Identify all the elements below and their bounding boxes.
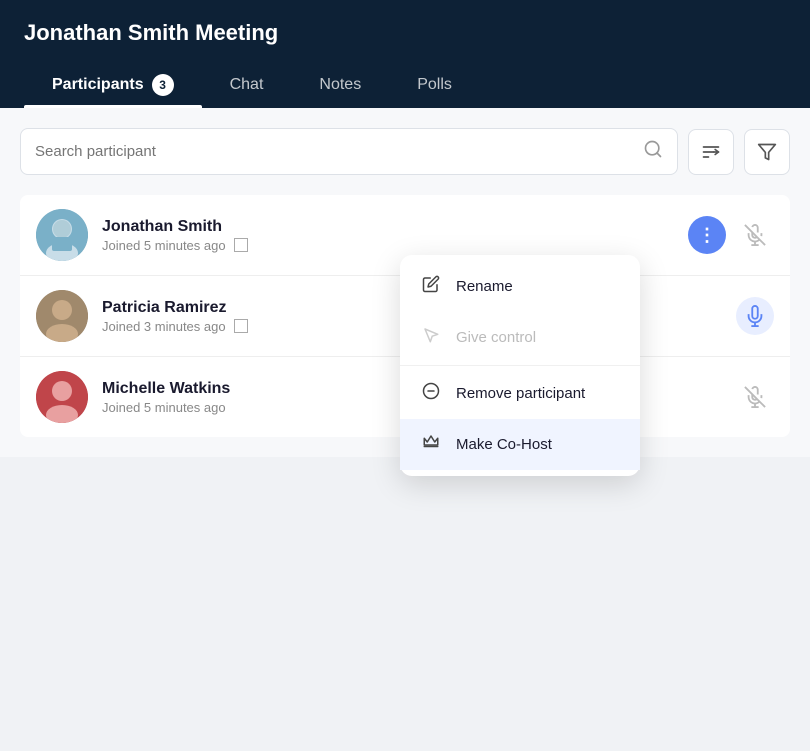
- avatar: [36, 290, 88, 342]
- mute-button[interactable]: [736, 216, 774, 254]
- search-input[interactable]: [35, 143, 633, 160]
- avatar: [36, 371, 88, 423]
- cohost-label: Make Co-Host: [456, 436, 552, 453]
- menu-item-cohost[interactable]: Make Co-Host: [400, 419, 640, 470]
- mute-button[interactable]: [736, 297, 774, 335]
- filter-button[interactable]: [744, 129, 790, 175]
- tab-participants-label: Participants: [52, 76, 144, 94]
- tab-chat-label: Chat: [230, 76, 264, 94]
- options-button[interactable]: ⋮: [688, 216, 726, 254]
- tab-notes-label: Notes: [319, 76, 361, 94]
- header: Jonathan Smith Meeting Participants 3 Ch…: [0, 0, 810, 108]
- give-control-label: Give control: [456, 329, 536, 346]
- main-content: Jonathan Smith Joined 5 minutes ago ⋮: [0, 108, 810, 457]
- participants-badge: 3: [152, 74, 174, 96]
- minus-circle-icon: [420, 382, 442, 405]
- participant-info: Jonathan Smith Joined 5 minutes ago: [102, 218, 688, 253]
- tab-bar: Participants 3 Chat Notes Polls: [24, 62, 786, 108]
- search-row: [20, 128, 790, 175]
- menu-divider: [400, 365, 640, 366]
- menu-item-remove[interactable]: Remove participant: [400, 368, 640, 419]
- participant-name: Jonathan Smith: [102, 218, 688, 236]
- tab-participants[interactable]: Participants 3: [24, 62, 202, 108]
- pencil-icon: [420, 275, 442, 298]
- search-box: [20, 128, 678, 175]
- participant-actions: [736, 378, 774, 416]
- participant-meta: Joined 5 minutes ago: [102, 238, 688, 253]
- participant-checkbox[interactable]: [234, 238, 248, 252]
- participant-actions: ⋮: [688, 216, 774, 254]
- menu-item-give-control: Give control: [400, 312, 640, 363]
- cursor-icon: [420, 326, 442, 349]
- menu-item-rename[interactable]: Rename: [400, 261, 640, 312]
- remove-label: Remove participant: [456, 385, 585, 402]
- tab-polls-label: Polls: [417, 76, 452, 94]
- table-row: Jonathan Smith Joined 5 minutes ago ⋮: [20, 195, 790, 276]
- sort-button[interactable]: [688, 129, 734, 175]
- rename-label: Rename: [456, 278, 513, 295]
- search-icon: [643, 139, 663, 164]
- crown-icon: [420, 433, 442, 456]
- avatar: [36, 209, 88, 261]
- participant-checkbox[interactable]: [234, 319, 248, 333]
- participant-list: Jonathan Smith Joined 5 minutes ago ⋮: [20, 195, 790, 437]
- context-menu: Rename Give control: [400, 255, 640, 476]
- tab-polls[interactable]: Polls: [389, 62, 480, 108]
- tab-chat[interactable]: Chat: [202, 62, 292, 108]
- mute-button[interactable]: [736, 378, 774, 416]
- participant-actions: [736, 297, 774, 335]
- tab-notes[interactable]: Notes: [291, 62, 389, 108]
- meeting-title: Jonathan Smith Meeting: [24, 20, 786, 46]
